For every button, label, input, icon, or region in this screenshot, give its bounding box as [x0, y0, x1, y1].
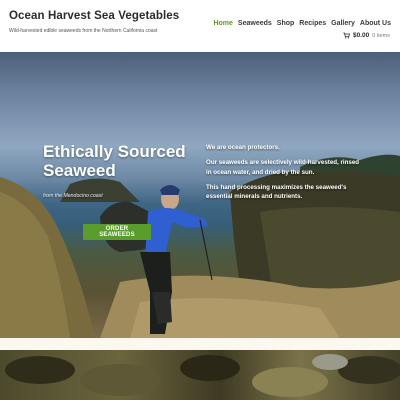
hero-paragraph: This hand processing maximizes the seawe…: [206, 183, 347, 201]
cart-link[interactable]: $0.00 0 items: [343, 32, 390, 39]
hero-title: Ethically Sourced Seaweed: [43, 142, 186, 181]
site-header: Ocean Harvest Sea Vegetables Wild-harves…: [0, 0, 400, 52]
cart-icon: [343, 32, 350, 39]
site-title[interactable]: Ocean Harvest Sea Vegetables: [9, 10, 179, 22]
nav-item-shop[interactable]: Shop: [277, 20, 295, 27]
hero-subtitle: from the Mendocino coast: [43, 193, 103, 199]
site-tagline: Wild-harvested edible seaweeds from the …: [9, 28, 158, 34]
nav-item-home[interactable]: Home: [213, 20, 232, 27]
section-divider: [0, 338, 400, 350]
cart-total: $0.00: [352, 32, 370, 39]
order-seaweeds-button[interactable]: ORDER SEAWEEDS: [83, 224, 151, 240]
hero-description: We are ocean protectors. Our seaweeds ar…: [206, 143, 361, 207]
seaweed-image: [0, 350, 400, 400]
hero-paragraph: We are ocean protectors.: [206, 144, 280, 151]
nav-item-about-us[interactable]: About Us: [360, 20, 391, 27]
hero-banner: Ethically Sourced Seaweed from the Mendo…: [0, 52, 400, 338]
nav-item-recipes[interactable]: Recipes: [299, 20, 326, 27]
nav-item-gallery[interactable]: Gallery: [331, 20, 355, 27]
cart-count: 0 items: [372, 32, 390, 39]
main-nav: Home Seaweeds Shop Recipes Gallery About…: [213, 20, 391, 27]
nav-item-seaweeds[interactable]: Seaweeds: [238, 20, 272, 27]
hero-paragraph: Our seaweeds are selectively wild-harves…: [206, 159, 360, 176]
